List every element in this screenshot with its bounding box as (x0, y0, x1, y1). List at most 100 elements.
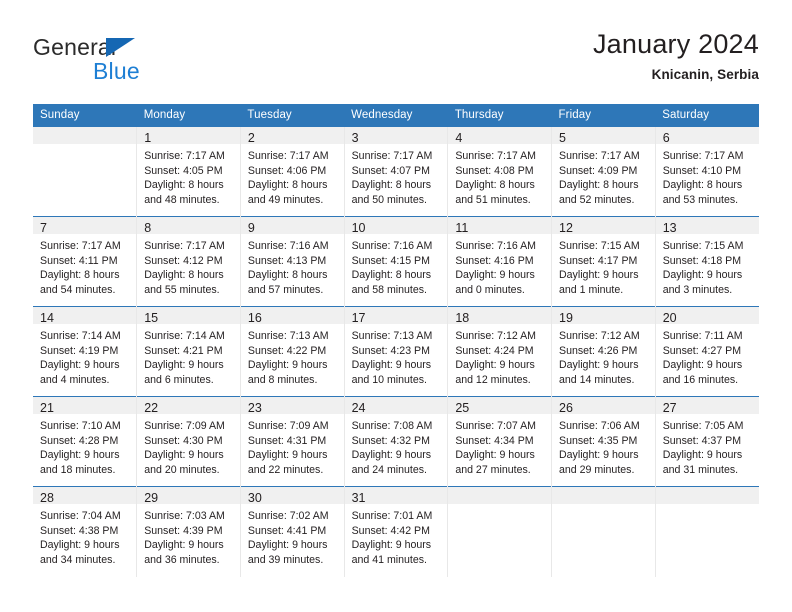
day-number-band: 8 (137, 217, 240, 235)
calendar-day-cell[interactable]: 30 Sunrise: 7:02 AM Sunset: 4:41 PM Dayligh… (239, 486, 345, 577)
calendar-day-cell[interactable]: 31 Sunrise: 7:01 AM Sunset: 4:42 PM Dayligh… (343, 486, 448, 577)
day-details: Sunrise: 7:09 AM Sunset: 4:31 PM Daylight:… (241, 414, 344, 477)
sunrise-text: Sunrise: 7:13 AM (351, 330, 433, 342)
day-details: Sunrise: 7:16 AM Sunset: 4:15 PM Daylight:… (345, 234, 448, 297)
sunrise-text: Sunrise: 7:04 AM (40, 510, 121, 522)
calendar-day-cell[interactable]: 6 Sunrise: 7:17 AM Sunset: 4:10 PM Daylight… (654, 126, 759, 217)
calendar-week-row: 14 Sunrise: 7:14 AM Sunset: 4:19 PM Dayligh… (33, 306, 759, 397)
day-number-band: 17 (344, 307, 448, 325)
calendar-day-cell[interactable]: 27 Sunrise: 7:05 AM Sunset: 4:37 PM Dayligh… (654, 396, 759, 487)
daylight-text: Daylight: 9 hours (144, 449, 224, 462)
sunset-text: Sunset: 4:11 PM (40, 254, 118, 267)
sunset-text: Sunset: 4:32 PM (351, 434, 430, 447)
calendar-day-cell[interactable]: 17 Sunrise: 7:13 AM Sunset: 4:23 PM Dayligh… (343, 306, 448, 397)
sunset-text: Sunset: 4:27 PM (662, 344, 742, 357)
day-number: 3 (351, 131, 359, 145)
calendar-day-cell[interactable]: 5 Sunrise: 7:17 AM Sunset: 4:09 PM Daylight… (551, 126, 656, 217)
day-number-band: 3 (344, 127, 448, 145)
sunrise-text: Sunrise: 7:17 AM (662, 150, 744, 162)
day-details: Sunrise: 7:13 AM Sunset: 4:22 PM Daylight:… (241, 324, 344, 387)
calendar-week-row: 1 Sunrise: 7:17 AM Sunset: 4:05 PM Daylight… (33, 126, 759, 217)
daylight-text: Daylight: 8 hours (559, 179, 639, 192)
daylight-text-cont: and 39 minutes. (247, 553, 324, 566)
day-details (33, 144, 136, 149)
day-number: 18 (455, 311, 470, 325)
calendar-day-cell[interactable]: 29 Sunrise: 7:03 AM Sunset: 4:39 PM Dayligh… (136, 486, 241, 577)
day-number: 1 (144, 131, 152, 145)
calendar-day-cell[interactable]: 23 Sunrise: 7:09 AM Sunset: 4:31 PM Dayligh… (239, 396, 345, 487)
sunset-text: Sunset: 4:10 PM (662, 164, 742, 177)
sunset-text: Sunset: 4:19 PM (40, 344, 119, 357)
calendar-day-cell[interactable]: 10 Sunrise: 7:16 AM Sunset: 4:15 PM Dayligh… (343, 216, 448, 307)
sunrise-text: Sunrise: 7:05 AM (662, 420, 744, 432)
calendar-day-cell[interactable]: 16 Sunrise: 7:13 AM Sunset: 4:22 PM Dayligh… (239, 306, 345, 397)
day-number: 5 (559, 131, 566, 145)
day-details: Sunrise: 7:17 AM Sunset: 4:12 PM Daylight:… (137, 234, 240, 297)
daylight-text: Daylight: 9 hours (40, 359, 120, 372)
sunrise-text: Sunrise: 7:17 AM (40, 240, 121, 252)
sunset-text: Sunset: 4:15 PM (351, 254, 430, 267)
calendar-day-cell[interactable]: 22 Sunrise: 7:09 AM Sunset: 4:30 PM Dayligh… (136, 396, 241, 487)
calendar-day-cell[interactable]: 19 Sunrise: 7:12 AM Sunset: 4:26 PM Dayligh… (551, 306, 656, 397)
sunrise-text: Sunrise: 7:06 AM (559, 420, 640, 432)
sunset-text: Sunset: 4:39 PM (144, 524, 223, 537)
calendar-day-cell[interactable]: 7 Sunrise: 7:17 AM Sunset: 4:11 PM Daylight… (33, 216, 137, 307)
general-blue-logo[interactable]: General Blue (33, 34, 263, 90)
calendar-day-cell[interactable]: 20 Sunrise: 7:11 AM Sunset: 4:27 PM Dayligh… (654, 306, 759, 397)
day-details: Sunrise: 7:12 AM Sunset: 4:26 PM Daylight:… (552, 324, 655, 387)
calendar-day-cell[interactable]: 25 Sunrise: 7:07 AM Sunset: 4:34 PM Dayligh… (447, 396, 552, 487)
day-number-band: 22 (137, 397, 240, 415)
calendar-day-cell[interactable]: 3 Sunrise: 7:17 AM Sunset: 4:07 PM Daylight… (343, 126, 448, 217)
daylight-text-cont: and 49 minutes. (247, 193, 324, 206)
brand-name-blue: Blue (93, 58, 140, 84)
sunrise-text: Sunrise: 7:12 AM (455, 330, 536, 342)
day-number: 14 (40, 311, 54, 325)
day-details (448, 504, 551, 509)
day-number-band: 15 (137, 307, 240, 325)
daylight-text: Daylight: 8 hours (247, 179, 328, 192)
day-number-band: 21 (33, 397, 137, 415)
daylight-text-cont: and 14 minutes. (559, 373, 635, 386)
day-details (552, 504, 655, 509)
calendar-day-cell[interactable]: 14 Sunrise: 7:14 AM Sunset: 4:19 PM Dayligh… (33, 306, 137, 397)
daylight-text-cont: and 3 minutes. (662, 283, 733, 296)
calendar-day-cell[interactable]: 18 Sunrise: 7:12 AM Sunset: 4:24 PM Dayligh… (447, 306, 552, 397)
sunset-text: Sunset: 4:41 PM (247, 524, 327, 537)
daylight-text-cont: and 53 minutes. (662, 193, 739, 206)
sunrise-text: Sunrise: 7:17 AM (559, 150, 640, 162)
day-number: 22 (144, 401, 159, 415)
calendar-day-cell[interactable]: 28 Sunrise: 7:04 AM Sunset: 4:38 PM Dayligh… (33, 486, 137, 577)
daylight-text-cont: and 27 minutes. (455, 463, 531, 476)
calendar-day-cell[interactable]: 8 Sunrise: 7:17 AM Sunset: 4:12 PM Daylight… (136, 216, 241, 307)
day-number-band: 14 (33, 307, 137, 325)
day-number-band: 27 (655, 397, 759, 415)
calendar-day-cell[interactable]: 4 Sunrise: 7:17 AM Sunset: 4:08 PM Daylight… (447, 126, 552, 217)
day-details: Sunrise: 7:15 AM Sunset: 4:18 PM Daylight:… (656, 234, 759, 297)
calendar-day-cell[interactable]: 26 Sunrise: 7:06 AM Sunset: 4:35 PM Dayligh… (551, 396, 656, 487)
calendar-day-cell[interactable]: 12 Sunrise: 7:15 AM Sunset: 4:17 PM Dayligh… (551, 216, 656, 307)
day-number-band: 16 (240, 307, 344, 325)
day-details: Sunrise: 7:10 AM Sunset: 4:28 PM Daylight:… (33, 414, 136, 477)
calendar-day-cell[interactable]: 21 Sunrise: 7:10 AM Sunset: 4:28 PM Dayligh… (33, 396, 137, 487)
calendar-day-cell[interactable]: 1 Sunrise: 7:17 AM Sunset: 4:05 PM Daylight… (136, 126, 241, 217)
sunset-text: Sunset: 4:31 PM (247, 434, 327, 447)
sunset-text: Sunset: 4:28 PM (40, 434, 119, 447)
sunrise-text: Sunrise: 7:11 AM (662, 330, 743, 342)
day-details: Sunrise: 7:04 AM Sunset: 4:38 PM Daylight:… (33, 504, 136, 567)
calendar-day-cell[interactable]: 24 Sunrise: 7:08 AM Sunset: 4:32 PM Dayligh… (343, 396, 448, 487)
calendar-day-cell[interactable]: 9 Sunrise: 7:16 AM Sunset: 4:13 PM Daylight… (239, 216, 345, 307)
calendar-day-cell[interactable]: 13 Sunrise: 7:15 AM Sunset: 4:18 PM Dayligh… (654, 216, 759, 307)
daylight-text-cont: and 52 minutes. (559, 193, 635, 206)
daylight-text-cont: and 54 minutes. (40, 283, 116, 296)
daylight-text: Daylight: 8 hours (247, 269, 328, 282)
page-subtitle-location: Knicanin, Serbia (651, 67, 759, 82)
sunset-text: Sunset: 4:17 PM (559, 254, 638, 267)
daylight-text: Daylight: 8 hours (144, 269, 224, 282)
day-number-band: 11 (448, 217, 552, 235)
calendar-day-cell[interactable]: 11 Sunrise: 7:16 AM Sunset: 4:16 PM Dayligh… (447, 216, 552, 307)
calendar-day-cell[interactable]: 15 Sunrise: 7:14 AM Sunset: 4:21 PM Dayligh… (136, 306, 241, 397)
calendar-day-cell[interactable]: 2 Sunrise: 7:17 AM Sunset: 4:06 PM Daylight… (239, 126, 345, 217)
day-number: 8 (144, 221, 152, 235)
day-details: Sunrise: 7:15 AM Sunset: 4:17 PM Daylight:… (552, 234, 655, 297)
weekday-header-sunday: Sunday (33, 104, 137, 127)
